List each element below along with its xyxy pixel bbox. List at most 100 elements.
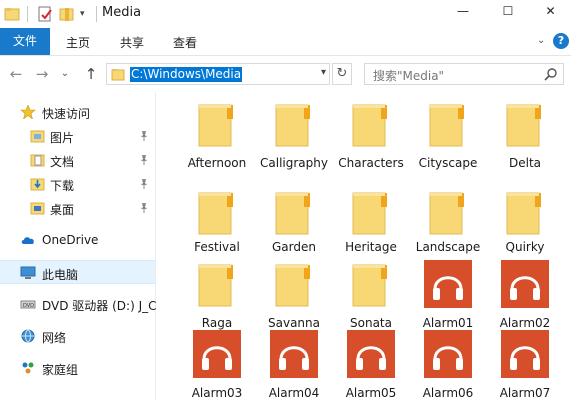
address-bar[interactable]: C:\Windows\Media ▾ bbox=[106, 63, 330, 85]
audio-file-item[interactable]: Alarm02 bbox=[487, 260, 563, 330]
sidebar-item-this-pc[interactable]: 此电脑 bbox=[0, 260, 155, 284]
star-icon bbox=[20, 104, 36, 120]
file-name: Calligraphy bbox=[260, 156, 328, 170]
headphones-icon bbox=[424, 330, 472, 378]
title-bar: ▾ Media — ☐ ✕ bbox=[0, 0, 571, 28]
folder-item[interactable]: Calligraphy bbox=[256, 100, 332, 170]
headphones-icon bbox=[347, 330, 395, 378]
file-name: Alarm04 bbox=[268, 386, 320, 400]
folder-icon bbox=[347, 100, 395, 148]
file-list: Afternoon Calligraphy Characters Cityscape D… bbox=[157, 92, 571, 400]
pin-icon[interactable] bbox=[139, 154, 149, 166]
folder-item[interactable]: Characters bbox=[333, 100, 409, 170]
sidebar-item-downloads[interactable]: 下载 bbox=[0, 172, 155, 196]
sidebar-item-pictures[interactable]: 图片 bbox=[0, 124, 155, 148]
file-name: Alarm05 bbox=[345, 386, 397, 400]
pin-icon[interactable] bbox=[139, 202, 149, 214]
cloud-icon bbox=[20, 233, 36, 247]
tab-home[interactable]: 主页 bbox=[58, 32, 98, 54]
maximize-button[interactable]: ☐ bbox=[485, 0, 531, 22]
sidebar-item-label: 图片 bbox=[50, 131, 75, 145]
folder-icon bbox=[270, 100, 318, 148]
address-dropdown-chevron-icon[interactable]: ▾ bbox=[321, 67, 326, 78]
forward-arrow-icon[interactable]: → bbox=[34, 66, 50, 82]
audio-file-item[interactable]: Alarm04 bbox=[256, 330, 332, 400]
file-name: Alarm07 bbox=[499, 386, 551, 400]
folder-icon bbox=[270, 260, 318, 308]
computer-icon bbox=[20, 266, 36, 280]
file-name: Sonata bbox=[350, 316, 392, 330]
folder-item[interactable]: Quirky bbox=[487, 188, 563, 258]
toolbar-divider bbox=[27, 6, 28, 22]
file-name: Alarm03 bbox=[191, 386, 243, 400]
folder-icon bbox=[424, 188, 472, 236]
folder-item[interactable]: Delta bbox=[487, 100, 563, 170]
tab-view[interactable]: 查看 bbox=[165, 32, 205, 54]
headphones-icon bbox=[501, 260, 549, 308]
folder-item[interactable]: Festival bbox=[179, 188, 255, 258]
expand-ribbon-chevron-icon[interactable]: ⌄ bbox=[537, 35, 549, 47]
properties-button[interactable] bbox=[37, 5, 55, 23]
file-name: Characters bbox=[338, 156, 404, 170]
sidebar-item-quick-access[interactable]: 快速访问 bbox=[0, 100, 155, 124]
audio-file-item[interactable]: Alarm01 bbox=[410, 260, 486, 330]
folder-item[interactable]: Garden bbox=[256, 188, 332, 258]
documents-icon bbox=[30, 153, 46, 167]
sidebar-item-label: 家庭组 bbox=[42, 363, 79, 377]
folder-icon bbox=[501, 188, 549, 236]
close-button[interactable]: ✕ bbox=[530, 0, 571, 22]
pin-icon[interactable] bbox=[139, 130, 149, 142]
pin-icon[interactable] bbox=[139, 178, 149, 190]
folder-item[interactable]: Heritage bbox=[333, 188, 409, 258]
sidebar-item-homegroup[interactable]: 家庭组 bbox=[0, 356, 155, 380]
folder-icon bbox=[347, 260, 395, 308]
folder-item[interactable]: Landscape bbox=[410, 188, 486, 258]
tab-share[interactable]: 共享 bbox=[112, 32, 152, 54]
search-icon bbox=[544, 67, 558, 81]
sidebar-item-desktop[interactable]: 桌面 bbox=[0, 196, 155, 220]
sidebar-item-network[interactable]: 网络 bbox=[0, 324, 155, 348]
sidebar-item-label: OneDrive bbox=[42, 233, 99, 247]
folder-item[interactable]: Cityscape bbox=[410, 100, 486, 170]
sidebar-item-label: 网络 bbox=[42, 331, 67, 345]
new-folder-button[interactable] bbox=[59, 5, 77, 23]
folder-item[interactable]: Savanna bbox=[256, 260, 332, 330]
sidebar-item-label: 桌面 bbox=[50, 203, 75, 217]
customize-toolbar-chevron-icon[interactable]: ▾ bbox=[80, 5, 92, 23]
up-arrow-icon[interactable]: ↑ bbox=[83, 66, 99, 82]
folder-icon bbox=[424, 100, 472, 148]
folder-item[interactable]: Afternoon bbox=[179, 100, 255, 170]
address-path[interactable]: C:\Windows\Media bbox=[130, 67, 243, 82]
back-arrow-icon[interactable]: ← bbox=[8, 66, 24, 82]
search-box[interactable]: 搜索"Media" bbox=[364, 63, 564, 85]
file-name: Landscape bbox=[415, 240, 481, 254]
file-name: Alarm02 bbox=[499, 316, 551, 330]
sidebar-item-documents[interactable]: 文档 bbox=[0, 148, 155, 172]
file-name: Savanna bbox=[268, 316, 320, 330]
ribbon: 文件 主页 共享 查看 ⌄ ? bbox=[0, 28, 571, 56]
audio-file-item[interactable]: Alarm03 bbox=[179, 330, 255, 400]
sidebar-item-label: 下载 bbox=[50, 179, 75, 193]
sidebar-item-label: 此电脑 bbox=[42, 268, 79, 282]
tab-file[interactable]: 文件 bbox=[0, 28, 50, 55]
file-name: Heritage bbox=[345, 240, 397, 254]
file-name: Afternoon bbox=[187, 156, 247, 170]
folder-item[interactable]: Raga bbox=[179, 260, 255, 330]
sidebar-item-dvd-drive[interactable]: DVD DVD 驱动器 (D:) J_C bbox=[0, 292, 157, 316]
search-input[interactable]: 搜索"Media" bbox=[373, 67, 444, 84]
file-name: Delta bbox=[508, 156, 541, 170]
minimize-button[interactable]: — bbox=[440, 0, 486, 22]
sidebar-item-onedrive[interactable]: OneDrive bbox=[0, 228, 155, 252]
audio-file-item[interactable]: Alarm05 bbox=[333, 330, 409, 400]
audio-file-item[interactable]: Alarm07 bbox=[487, 330, 563, 400]
help-button[interactable]: ? bbox=[553, 33, 569, 49]
folder-icon bbox=[501, 100, 549, 148]
headphones-icon bbox=[270, 330, 318, 378]
audio-file-item[interactable]: Alarm06 bbox=[410, 330, 486, 400]
pictures-icon bbox=[30, 129, 46, 143]
folder-item[interactable]: Sonata bbox=[333, 260, 409, 330]
file-name: Quirky bbox=[505, 240, 545, 254]
refresh-button[interactable]: ↻ bbox=[332, 63, 352, 85]
folder-icon bbox=[111, 67, 125, 81]
recent-locations-chevron-icon[interactable]: ⌄ bbox=[58, 66, 72, 82]
